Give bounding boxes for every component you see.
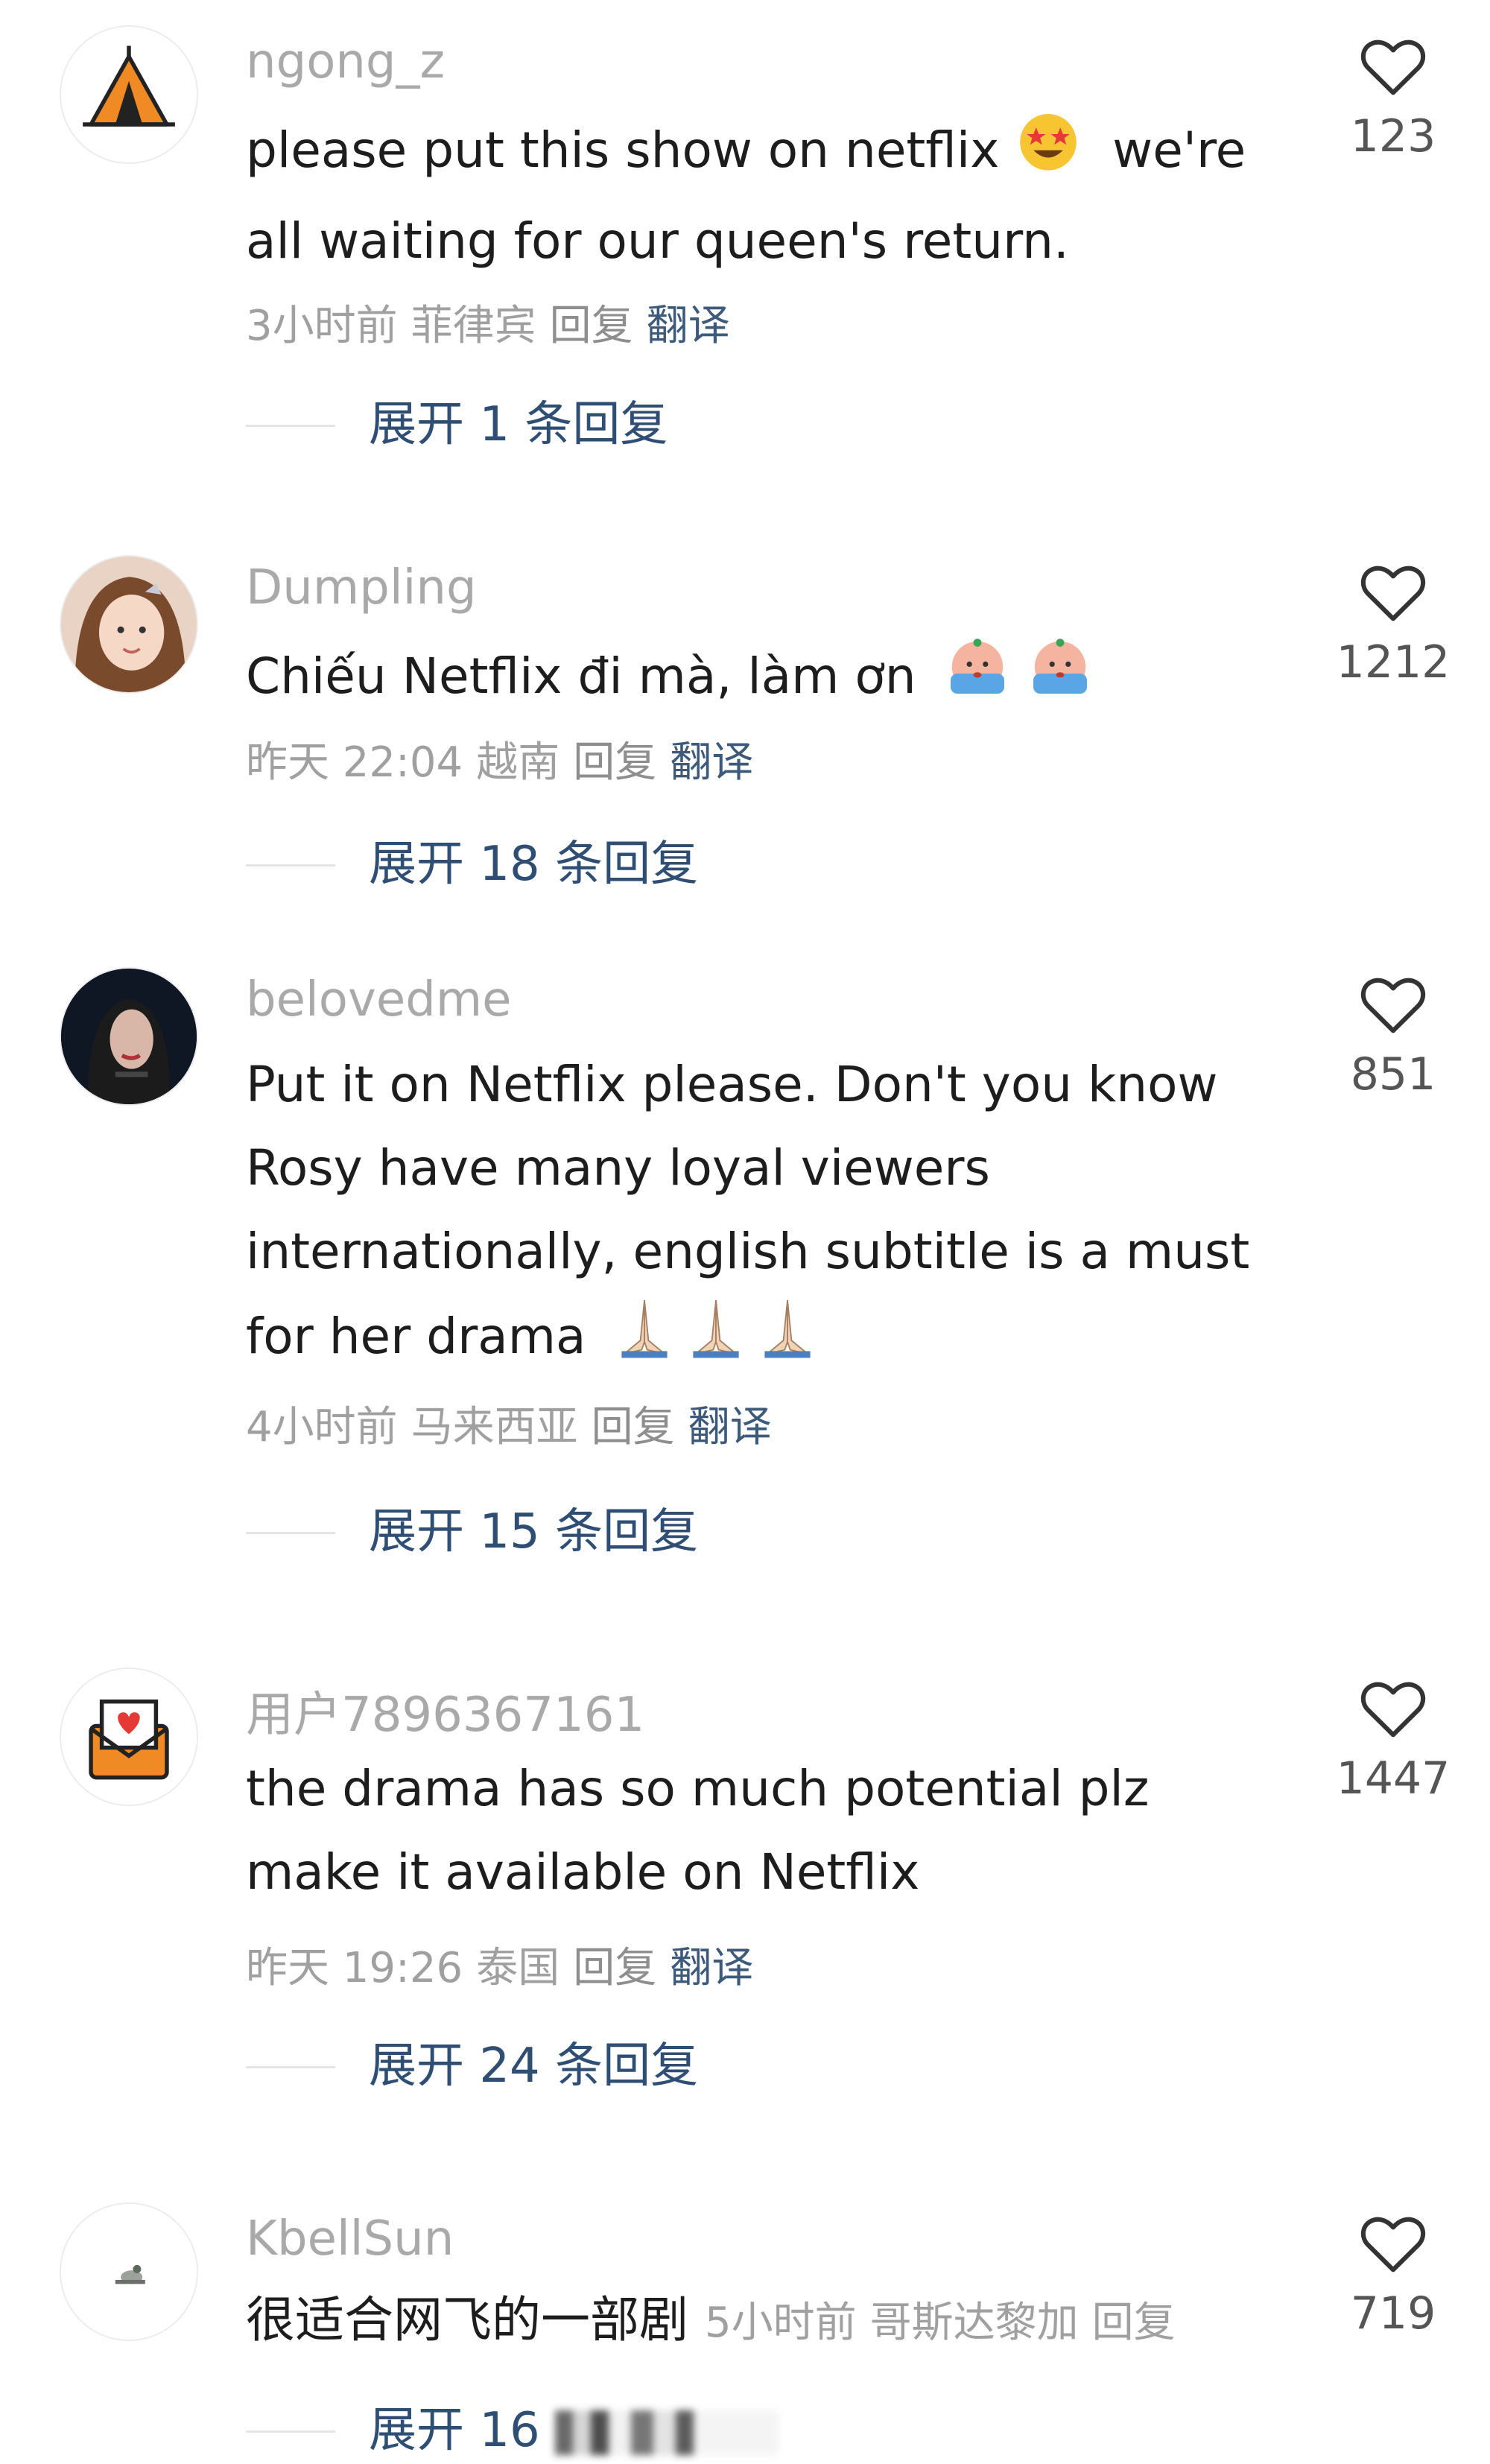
comment-text: the drama has so much potential plz make…	[246, 1760, 1150, 1901]
avatar[interactable]	[60, 555, 198, 694]
heart-outline-icon	[1360, 978, 1426, 1033]
heart-outline-icon	[1360, 566, 1426, 621]
reply-button[interactable]: 回复	[550, 302, 633, 350]
like-count: 1447	[1336, 1752, 1451, 1805]
timestamp: 4小时前	[246, 1403, 398, 1451]
like-button[interactable]: 123	[1311, 34, 1475, 162]
translate-button[interactable]: 翻译	[647, 302, 730, 350]
translate-button[interactable]: 翻译	[670, 738, 753, 787]
like-count: 851	[1350, 1048, 1436, 1100]
comment-text: Chiếu Netflix đi mà, làm ơn	[246, 633, 1252, 726]
like-count: 123	[1350, 110, 1436, 162]
divider	[246, 1532, 335, 1534]
translate-button[interactable]: 翻译	[688, 1403, 772, 1451]
like-count: 719	[1350, 2287, 1436, 2340]
like-button[interactable]: 1212	[1311, 560, 1475, 688]
reply-button[interactable]: 回复	[1092, 2299, 1176, 2347]
comment-meta: 昨天 19:26 泰国 回复 翻译	[246, 1934, 767, 1995]
user-photo-icon	[61, 557, 197, 692]
location: 泰国	[476, 1944, 560, 1992]
timestamp: 5小时前	[705, 2299, 857, 2347]
location: 马来西亚	[410, 1403, 578, 1451]
username[interactable]: 用户7896367161	[246, 1676, 644, 1745]
divider	[246, 864, 335, 867]
heart-outline-icon	[1360, 2217, 1426, 2273]
user-photo-icon	[61, 969, 197, 1104]
translate-button[interactable]: 翻译	[670, 1944, 753, 1992]
location: 菲律宾	[410, 302, 536, 350]
heart-outline-icon	[1360, 1682, 1426, 1738]
avatar[interactable]	[60, 2202, 198, 2341]
comment-meta: 5小时前 哥斯达黎加 回复	[705, 2299, 1189, 2347]
blurred-watermark	[555, 2410, 779, 2456]
star-struck-emoji-icon	[1015, 107, 1082, 200]
username[interactable]: ngong_z	[246, 34, 445, 89]
small-figure-icon	[61, 2204, 197, 2340]
love-letter-icon	[61, 1669, 197, 1805]
reply-button[interactable]: 回复	[592, 1403, 675, 1451]
username[interactable]: KbellSun	[246, 2211, 454, 2267]
username[interactable]: belovedme	[246, 972, 512, 1027]
comment-text: please put this show on netflix we're al…	[246, 107, 1252, 283]
timestamp: 昨天 19:26	[246, 1944, 463, 1992]
location: 越南	[476, 738, 560, 787]
location: 哥斯达黎加	[869, 2299, 1079, 2347]
avatar[interactable]	[60, 25, 198, 164]
like-count: 1212	[1336, 636, 1451, 688]
reply-button[interactable]: 回复	[573, 1944, 656, 1992]
divider	[246, 425, 335, 427]
crying-emoji-icon	[1027, 633, 1094, 726]
timestamp: 3小时前	[246, 302, 398, 350]
comment-text: Put it on Netflix please. Don't you know…	[246, 1043, 1252, 1386]
divider	[246, 2066, 335, 2068]
tent-icon	[61, 27, 197, 162]
username[interactable]: Dumpling	[246, 560, 477, 615]
like-button[interactable]: 1447	[1311, 1676, 1475, 1805]
like-button[interactable]: 719	[1311, 2211, 1475, 2340]
reply-button[interactable]: 回复	[573, 738, 656, 787]
timestamp: 昨天 22:04	[246, 738, 463, 787]
like-button[interactable]: 851	[1311, 972, 1475, 1100]
avatar[interactable]	[60, 1668, 198, 1806]
folded-hands-emoji-icon	[609, 1293, 680, 1386]
heart-outline-icon	[1360, 39, 1426, 95]
comment-meta: 4小时前 马来西亚 回复 翻译	[246, 1393, 785, 1454]
crying-emoji-icon	[944, 633, 1011, 726]
folded-hands-emoji-icon	[752, 1293, 823, 1386]
avatar[interactable]	[60, 967, 198, 1106]
comment-meta: 昨天 22:04 越南 回复 翻译	[246, 729, 767, 789]
folded-hands-emoji-icon	[680, 1293, 752, 1386]
comment-meta: 3小时前 菲律宾 回复 翻译	[246, 292, 744, 352]
comment-text: 很适合网飞的一部剧 5小时前 哥斯达黎加 回复	[246, 2278, 1252, 2365]
divider	[246, 2430, 335, 2433]
